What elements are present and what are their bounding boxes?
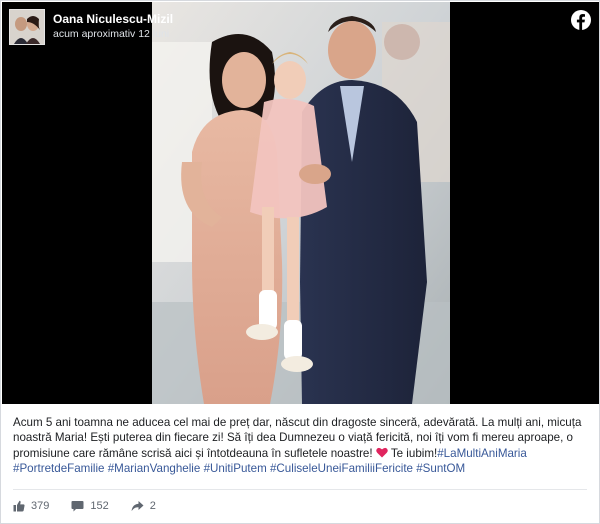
- comments-value: 152: [90, 500, 109, 512]
- author-avatar[interactable]: [9, 9, 45, 45]
- caption-text-end: Te iubim!: [387, 446, 438, 460]
- hashtag-link[interactable]: #SuntOM: [416, 462, 465, 475]
- likes-count[interactable]: 379: [13, 500, 49, 512]
- hashtag-link[interactable]: #PortretdeFamilie: [13, 462, 105, 475]
- hashtag-link[interactable]: #LaMultiAniMaria: [437, 447, 527, 460]
- footer-divider: [13, 489, 587, 490]
- avatar-image: [10, 10, 44, 44]
- hashtag-link[interactable]: #MarianVanghelie: [108, 462, 201, 475]
- share-icon: [131, 501, 144, 511]
- post-timestamp[interactable]: acum aproximativ 12 luni: [53, 27, 173, 41]
- comments-count[interactable]: 152: [71, 500, 109, 512]
- hashtag-link[interactable]: #UnitiPutem: [204, 462, 267, 475]
- social-post-card: Oana Niculescu-Mizil acum aproximativ 12…: [0, 0, 600, 524]
- post-caption: Acum 5 ani toamna ne aducea cel mai de p…: [13, 415, 591, 477]
- likes-value: 379: [31, 500, 50, 512]
- author-info: Oana Niculescu-Mizil acum aproximativ 12…: [53, 12, 173, 41]
- shares-count[interactable]: 2: [131, 500, 156, 512]
- facebook-icon[interactable]: [571, 10, 591, 30]
- like-icon: [13, 500, 25, 512]
- family-photo-image: [152, 2, 450, 404]
- hashtag-link[interactable]: #CuliseleUneiFamiliiFericite: [270, 462, 413, 475]
- shares-value: 2: [149, 500, 156, 512]
- family-photo[interactable]: [152, 2, 450, 404]
- heart-icon: [376, 447, 388, 458]
- comment-icon: [71, 501, 84, 512]
- reactions-bar: 379 152 2: [13, 498, 178, 514]
- author-name[interactable]: Oana Niculescu-Mizil: [53, 12, 173, 26]
- post-media[interactable]: Oana Niculescu-Mizil acum aproximativ 12…: [2, 2, 599, 404]
- post-header: Oana Niculescu-Mizil acum aproximativ 12…: [9, 9, 173, 49]
